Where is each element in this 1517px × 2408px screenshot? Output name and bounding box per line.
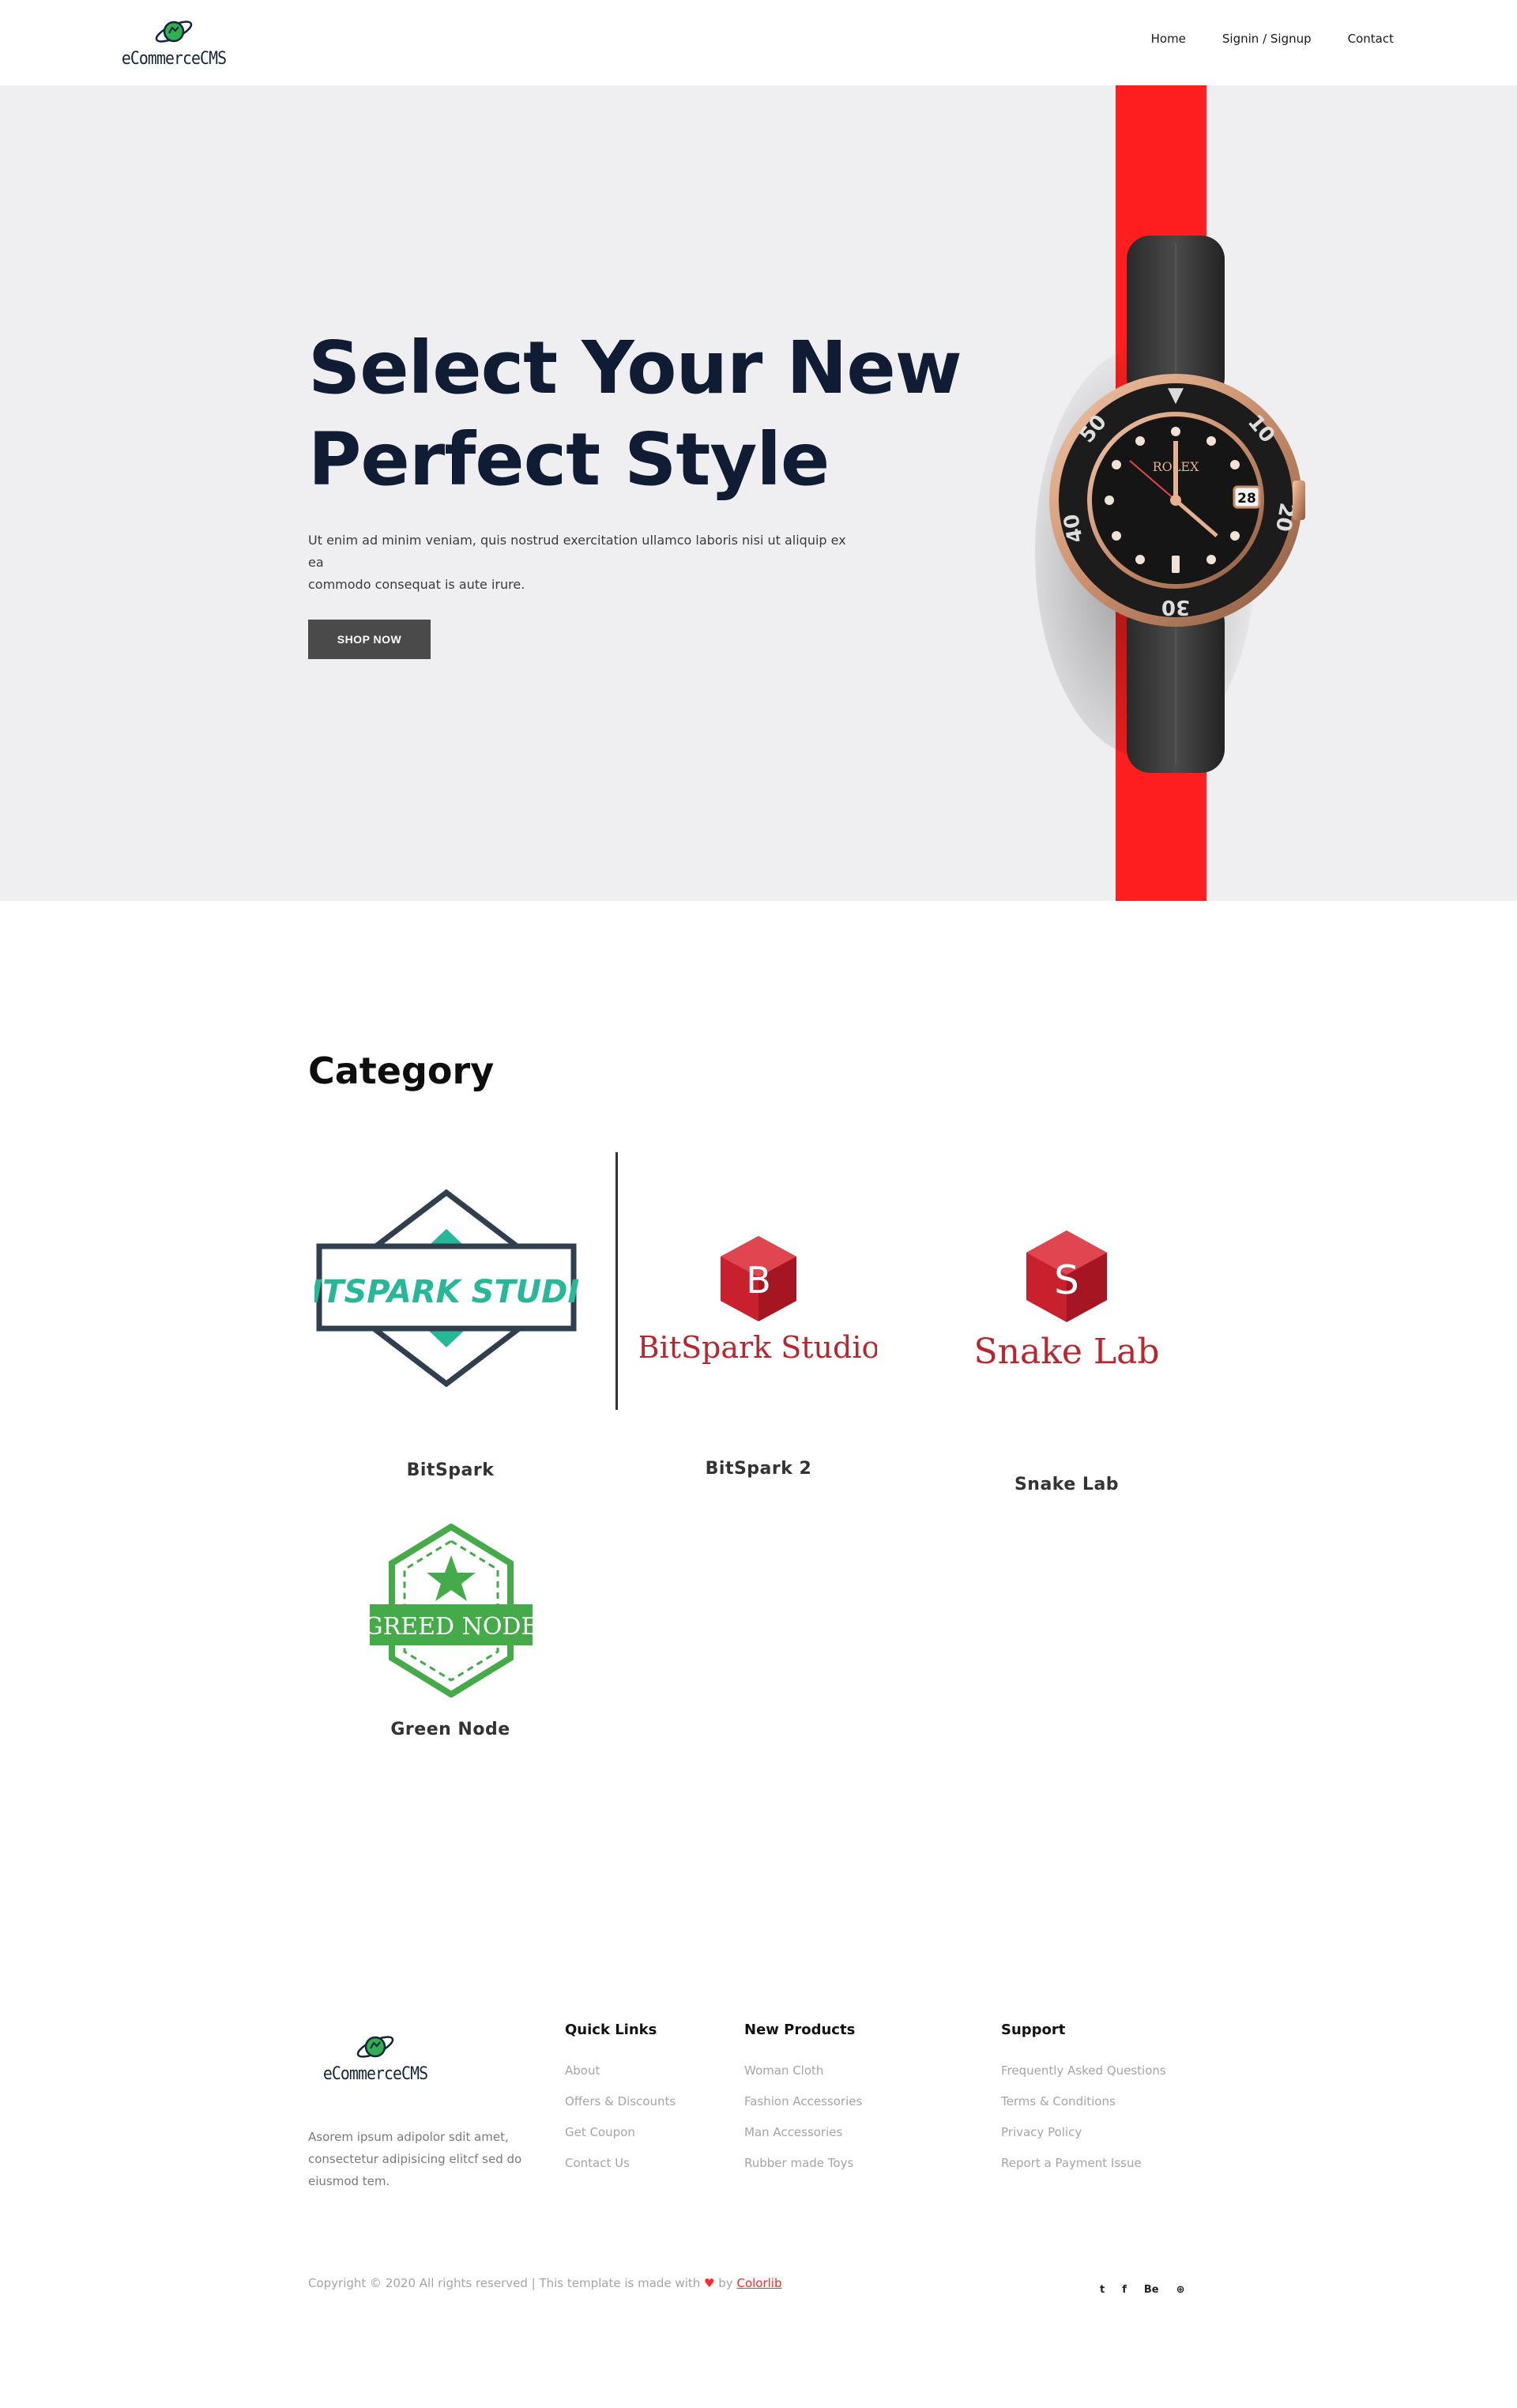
svg-text:BitSpark Studio: BitSpark Studio: [640, 1330, 877, 1365]
shop-now-button[interactable]: SHOP NOW: [308, 620, 431, 659]
nav-contact[interactable]: Contact: [1348, 32, 1394, 46]
footer-link[interactable]: Woman Cloth: [744, 2056, 862, 2086]
main-nav: Home Signin / Signup Contact: [1151, 32, 1394, 46]
footer-col-title: Quick Links: [565, 2022, 657, 2038]
bitspark-logo-image: BITSPARK STUDIO: [287, 1189, 606, 1388]
nav-home[interactable]: Home: [1151, 32, 1186, 46]
footer-link[interactable]: Rubber made Toys: [744, 2148, 862, 2179]
footer-planet-logo-icon: [356, 2036, 394, 2058]
footer-about-line1: Asorem ipsum adipolor sdit amet,: [308, 2130, 509, 2144]
copyright-text: Copyright © 2020 All rights reserved | T…: [308, 2276, 782, 2290]
footer-link[interactable]: About: [565, 2056, 676, 2086]
green-node-logo[interactable]: GREED NODE: [364, 1523, 538, 1698]
copyright-prefix: Copyright © 2020 All rights reserved | T…: [308, 2276, 701, 2290]
footer-support: Support Frequently Asked Questions Terms…: [1001, 2022, 1166, 2179]
brand-logo[interactable]: eCommerceCMS: [111, 14, 237, 77]
category-name-bitspark[interactable]: BitSpark: [371, 1460, 529, 1480]
footer-about-line3: eiusmod tem.: [308, 2174, 390, 2188]
footer-quick-links: Quick Links About Offers & Discounts Get…: [565, 2022, 676, 2179]
footer-link[interactable]: Report a Payment Issue: [1001, 2148, 1166, 2179]
svg-text:BITSPARK STUDIO: BITSPARK STUDIO: [314, 1274, 578, 1310]
behance-icon[interactable]: Be: [1144, 2284, 1159, 2296]
hero-text-line1: Ut enim ad minim veniam, quis nostrud ex…: [308, 533, 846, 570]
footer-link[interactable]: Offers & Discounts: [565, 2086, 676, 2117]
heart-icon: ♥: [704, 2276, 715, 2290]
hero-title-line1: Select Your New: [308, 326, 962, 410]
footer-col-title: New Products: [744, 2022, 856, 2038]
footer-link[interactable]: Fashion Accessories: [744, 2086, 862, 2117]
footer-new-products: New Products Woman Cloth Fashion Accesso…: [744, 2022, 862, 2179]
hero-text-line2: commodo consequat is aute irure.: [308, 577, 525, 592]
nav-signin-signup[interactable]: Signin / Signup: [1222, 32, 1312, 46]
globe-icon[interactable]: ⊕: [1176, 2284, 1185, 2296]
hero-title: Select Your New Perfect Style: [308, 322, 1019, 506]
footer-link[interactable]: Terms & Conditions: [1001, 2086, 1166, 2117]
svg-text:40: 40: [1060, 512, 1088, 545]
bitspark2-logo[interactable]: B BitSpark Studio: [638, 1233, 879, 1367]
category-title: Category: [308, 1049, 495, 1092]
svg-text:28: 28: [1237, 491, 1256, 507]
footer-link[interactable]: Privacy Policy: [1001, 2117, 1166, 2148]
green-node-logo-image: GREED NODE: [364, 1523, 538, 1698]
category-name-green-node[interactable]: Green Node: [371, 1720, 529, 1739]
facebook-icon[interactable]: f: [1122, 2284, 1127, 2296]
snake-lab-logo-image: S Snake Lab: [973, 1230, 1160, 1372]
planet-logo-icon: [155, 21, 193, 43]
footer-link[interactable]: Frequently Asked Questions: [1001, 2056, 1166, 2086]
svg-text:GREED NODE: GREED NODE: [368, 1613, 534, 1641]
svg-text:30: 30: [1161, 595, 1190, 619]
footer-link[interactable]: Man Accessories: [744, 2117, 862, 2148]
watch-image: ▼ 10 20 30 40 50 ROLEX 28: [1035, 236, 1305, 773]
brand-name: eCommerceCMS: [121, 49, 227, 69]
bitspark-logo[interactable]: BITSPARK STUDIO: [287, 1189, 606, 1388]
site-header: eCommerceCMS Home Signin / Signup Contac…: [0, 0, 1517, 85]
colorlib-link[interactable]: Colorlib: [736, 2276, 781, 2290]
footer-link[interactable]: Contact Us: [565, 2148, 676, 2179]
hero-section: Select Your New Perfect Style Ut enim ad…: [0, 85, 1517, 901]
svg-text:▼: ▼: [1168, 383, 1184, 407]
bitspark2-logo-image: B BitSpark Studio: [638, 1236, 879, 1365]
footer-col-title: Support: [1001, 2022, 1066, 2038]
hero-title-line2: Perfect Style: [308, 417, 830, 502]
footer-about-text: Asorem ipsum adipolor sdit amet, consect…: [308, 2126, 537, 2192]
footer-link[interactable]: Get Coupon: [565, 2117, 676, 2148]
snake-lab-logo[interactable]: S Snake Lab: [960, 1229, 1173, 1375]
category-name-snake-lab[interactable]: Snake Lab: [988, 1475, 1146, 1494]
twitter-icon[interactable]: t: [1100, 2284, 1105, 2296]
svg-text:B: B: [746, 1259, 771, 1302]
footer-brand-logo[interactable]: eCommerceCMS: [312, 2029, 439, 2093]
hero-description: Ut enim ad minim veniam, quis nostrud ex…: [308, 529, 861, 596]
copyright-by: by: [718, 2276, 733, 2290]
category-name-bitspark-2[interactable]: BitSpark 2: [679, 1459, 838, 1479]
social-links: t f Be ⊕: [1100, 2284, 1185, 2296]
svg-text:Snake Lab: Snake Lab: [973, 1332, 1159, 1372]
category-divider: [615, 1152, 618, 1410]
footer-about-line2: consectetur adipisicing elitcf sed do: [308, 2152, 522, 2166]
footer-brand-name: eCommerceCMS: [322, 2064, 428, 2084]
svg-text:S: S: [1054, 1257, 1079, 1303]
